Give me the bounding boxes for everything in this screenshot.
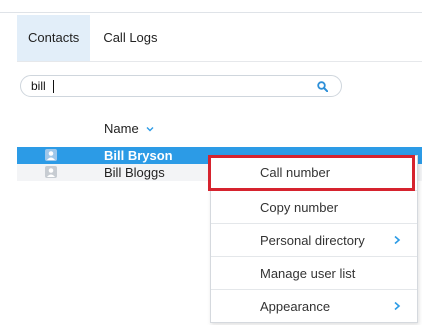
search-icon[interactable] [317, 81, 328, 92]
contact-name: Bill Bryson [104, 148, 173, 163]
text-caret [53, 80, 54, 93]
search-box[interactable] [20, 75, 342, 97]
menu-item-personal-directory[interactable]: Personal directory [211, 223, 417, 256]
top-divider [0, 12, 422, 13]
tab-divider [17, 61, 422, 62]
menu-item-label: Manage user list [260, 266, 356, 281]
tab-call-logs[interactable]: Call Logs [92, 15, 168, 61]
tab-contacts[interactable]: Contacts [17, 15, 91, 61]
tab-bar: Contacts Call Logs [17, 15, 169, 61]
menu-item-label: Personal directory [260, 233, 365, 248]
menu-item-manage-user-list[interactable]: Manage user list [211, 256, 417, 289]
contact-avatar-icon [45, 166, 57, 178]
contact-name: Bill Bloggs [104, 165, 165, 180]
menu-item-appearance[interactable]: Appearance [211, 289, 417, 322]
menu-item-label: Copy number [260, 200, 339, 215]
column-header-label: Name [104, 121, 139, 136]
column-header-name[interactable]: Name [104, 121, 155, 136]
menu-item-copy-number[interactable]: Copy number [211, 190, 417, 223]
contact-avatar-icon [45, 149, 57, 161]
chevron-right-icon [394, 301, 401, 311]
search-input[interactable] [31, 78, 311, 94]
menu-item-label: Appearance [260, 299, 331, 314]
chevron-right-icon [394, 235, 401, 245]
chevron-down-icon [146, 126, 154, 131]
call-number-highlight-box [208, 155, 415, 191]
